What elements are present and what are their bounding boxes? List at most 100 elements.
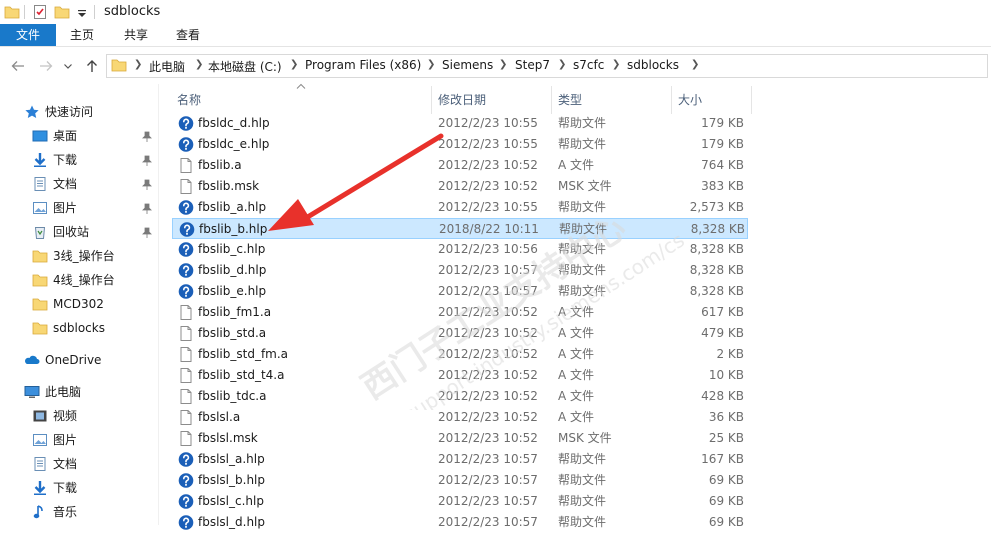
pane-divider[interactable] [158,84,159,525]
table-row[interactable]: fbslsl_c.hlp 2012/2/23 10:57 帮助文件 69 KB [172,491,748,512]
table-row[interactable]: fbslsl_b.hlp 2012/2/23 10:57 帮助文件 69 KB [172,470,748,491]
table-row[interactable]: fbslsl_d.hlp 2012/2/23 10:57 帮助文件 69 KB [172,512,748,533]
table-row[interactable]: fbsldc_d.hlp 2012/2/23 10:55 帮助文件 179 KB [172,113,748,134]
file-size: 764 KB [701,158,744,172]
file-name: fbslib_std_t4.a [198,368,285,382]
file-name: fbslsl_d.hlp [198,515,266,529]
help-file-icon [178,241,194,258]
file-size: 179 KB [701,116,744,130]
table-row[interactable]: fbslib_c.hlp 2012/2/23 10:56 帮助文件 8,328 KB [172,239,748,260]
modified-date: 2012/2/23 10:57 [438,473,538,487]
file-name: fbslib_std_fm.a [198,347,289,361]
table-row[interactable]: fbslib_e.hlp 2012/2/23 10:57 帮助文件 8,328 KB [172,281,748,302]
table-row[interactable]: fbslib_std.a 2012/2/23 10:52 A 文件 479 KB [172,323,748,344]
table-row[interactable]: fbslib_std_fm.a 2012/2/23 10:52 A 文件 2 KB [172,344,748,365]
table-row[interactable]: fbslib_tdc.a 2012/2/23 10:52 A 文件 428 KB [172,386,748,407]
pictures-icon [33,434,47,446]
breadcrumb-step7[interactable]: Step7 [515,58,550,72]
divider [24,5,25,19]
file-icon [178,304,194,321]
file-type: 帮助文件 [558,515,607,529]
properties-icon[interactable] [32,4,48,20]
file-name: fbslib_std.a [198,326,267,340]
file-type: 帮助文件 [558,494,607,508]
column-header-name[interactable]: 名称 [177,88,417,112]
file-size: 25 KB [708,431,744,445]
breadcrumb-siemens[interactable]: Siemens [442,58,493,72]
help-file-icon [178,283,194,300]
file-size: 8,328 KB [689,284,744,298]
table-row[interactable]: fbslib.a 2012/2/23 10:52 A 文件 764 KB [172,155,748,176]
tab-share[interactable]: 共享 [112,24,160,46]
table-row[interactable]: fbslsl.a 2012/2/23 10:52 A 文件 36 KB [172,407,748,428]
file-icon [178,430,194,447]
tab-view[interactable]: 查看 [164,24,212,46]
title-bar: sdblocks [0,0,991,24]
pin-icon[interactable] [142,203,152,215]
breadcrumb-chevron-icon[interactable]: ❯ [195,59,203,70]
new-folder-icon[interactable] [54,4,70,20]
up-icon[interactable] [84,58,100,74]
breadcrumb-this-pc[interactable]: 此电脑 [149,58,185,75]
customize-toolbar-icon[interactable] [74,4,90,20]
breadcrumb-s7cfc[interactable]: s7cfc [573,58,604,72]
modified-date: 2012/2/23 10:52 [438,179,538,193]
address-bar[interactable]: ❯ 此电脑 ❯ 本地磁盘 (C:) ❯ Program Files (x86) … [106,54,988,78]
file-list: 名称 修改日期 类型 大小 fbsldc_d.hlp 2012/2/23 10:5… [160,82,991,530]
file-type: A 文件 [558,347,595,361]
documents-icon [34,177,46,191]
breadcrumb-program-files[interactable]: Program Files (x86) [305,58,421,72]
breadcrumb-chevron-icon[interactable]: ❯ [691,59,699,70]
file-size: 179 KB [701,137,744,151]
file-size: 69 KB [708,473,744,487]
column-header-size[interactable]: 大小 [678,88,738,112]
tab-file[interactable]: 文件 [0,24,56,46]
download-icon [34,481,46,495]
table-row[interactable]: fbslib_d.hlp 2012/2/23 10:57 帮助文件 8,328 KB [172,260,748,281]
file-name: fbslib_fm1.a [198,305,272,319]
table-row[interactable]: fbslib_fm1.a 2012/2/23 10:52 A 文件 617 KB [172,302,748,323]
breadcrumb-chevron-icon[interactable]: ❯ [499,59,507,70]
file-type: 帮助文件 [558,452,607,466]
breadcrumb-local-disk[interactable]: 本地磁盘 (C:) [208,58,282,75]
file-size: 617 KB [701,305,744,319]
column-header-type[interactable]: 类型 [558,88,668,112]
modified-date: 2012/2/23 10:55 [438,116,538,130]
recent-locations-icon[interactable] [62,58,74,74]
modified-date: 2012/2/23 10:52 [438,389,538,403]
breadcrumb-chevron-icon[interactable]: ❯ [427,59,435,70]
breadcrumb-sdblocks[interactable]: sdblocks [627,58,679,72]
table-row[interactable]: fbslib_a.hlp 2012/2/23 10:55 帮助文件 2,573 KB [172,197,748,218]
table-row[interactable]: fbslib_std_t4.a 2012/2/23 10:52 A 文件 10 KB [172,365,748,386]
pin-icon[interactable] [142,155,152,167]
table-row[interactable]: fbslsl.msk 2012/2/23 10:52 MSK 文件 25 KB [172,428,748,449]
folder-icon [32,274,48,287]
file-size: 167 KB [701,452,744,466]
forward-icon[interactable] [38,58,54,74]
column-divider[interactable] [431,86,432,114]
table-row[interactable]: fbsldc_e.hlp 2012/2/23 10:55 帮助文件 179 KB [172,134,748,155]
file-type: MSK 文件 [558,431,612,445]
tab-home[interactable]: 主页 [58,24,106,46]
pin-icon[interactable] [142,227,152,239]
file-size: 69 KB [708,515,744,529]
back-icon[interactable] [10,58,26,74]
table-row-selected[interactable]: fbslib_b.hlp 2018/8/22 10:11 帮助文件 8,328 KB [172,218,748,239]
column-divider[interactable] [751,86,752,114]
table-row[interactable]: fbslsl_a.hlp 2012/2/23 10:57 帮助文件 167 KB [172,449,748,470]
breadcrumb-chevron-icon[interactable]: ❯ [290,59,298,70]
breadcrumb-chevron-icon[interactable]: ❯ [612,59,620,70]
column-header-date[interactable]: 修改日期 [438,88,548,112]
breadcrumb-chevron-icon[interactable]: ❯ [134,59,142,70]
pin-icon[interactable] [142,131,152,143]
breadcrumb-chevron-icon[interactable]: ❯ [558,59,566,70]
column-divider[interactable] [551,86,552,114]
file-icon [178,388,194,405]
file-size: 36 KB [708,410,744,424]
table-row[interactable]: fbslib.msk 2012/2/23 10:52 MSK 文件 383 KB [172,176,748,197]
column-divider[interactable] [671,86,672,114]
pin-icon[interactable] [142,179,152,191]
file-type: 帮助文件 [559,222,608,236]
navigation-pane: 快速访问 桌面 下载 文档 图片 回收站 3线_操作台 4线_操作台 MCD30… [0,92,158,525]
file-size: 10 KB [708,368,744,382]
